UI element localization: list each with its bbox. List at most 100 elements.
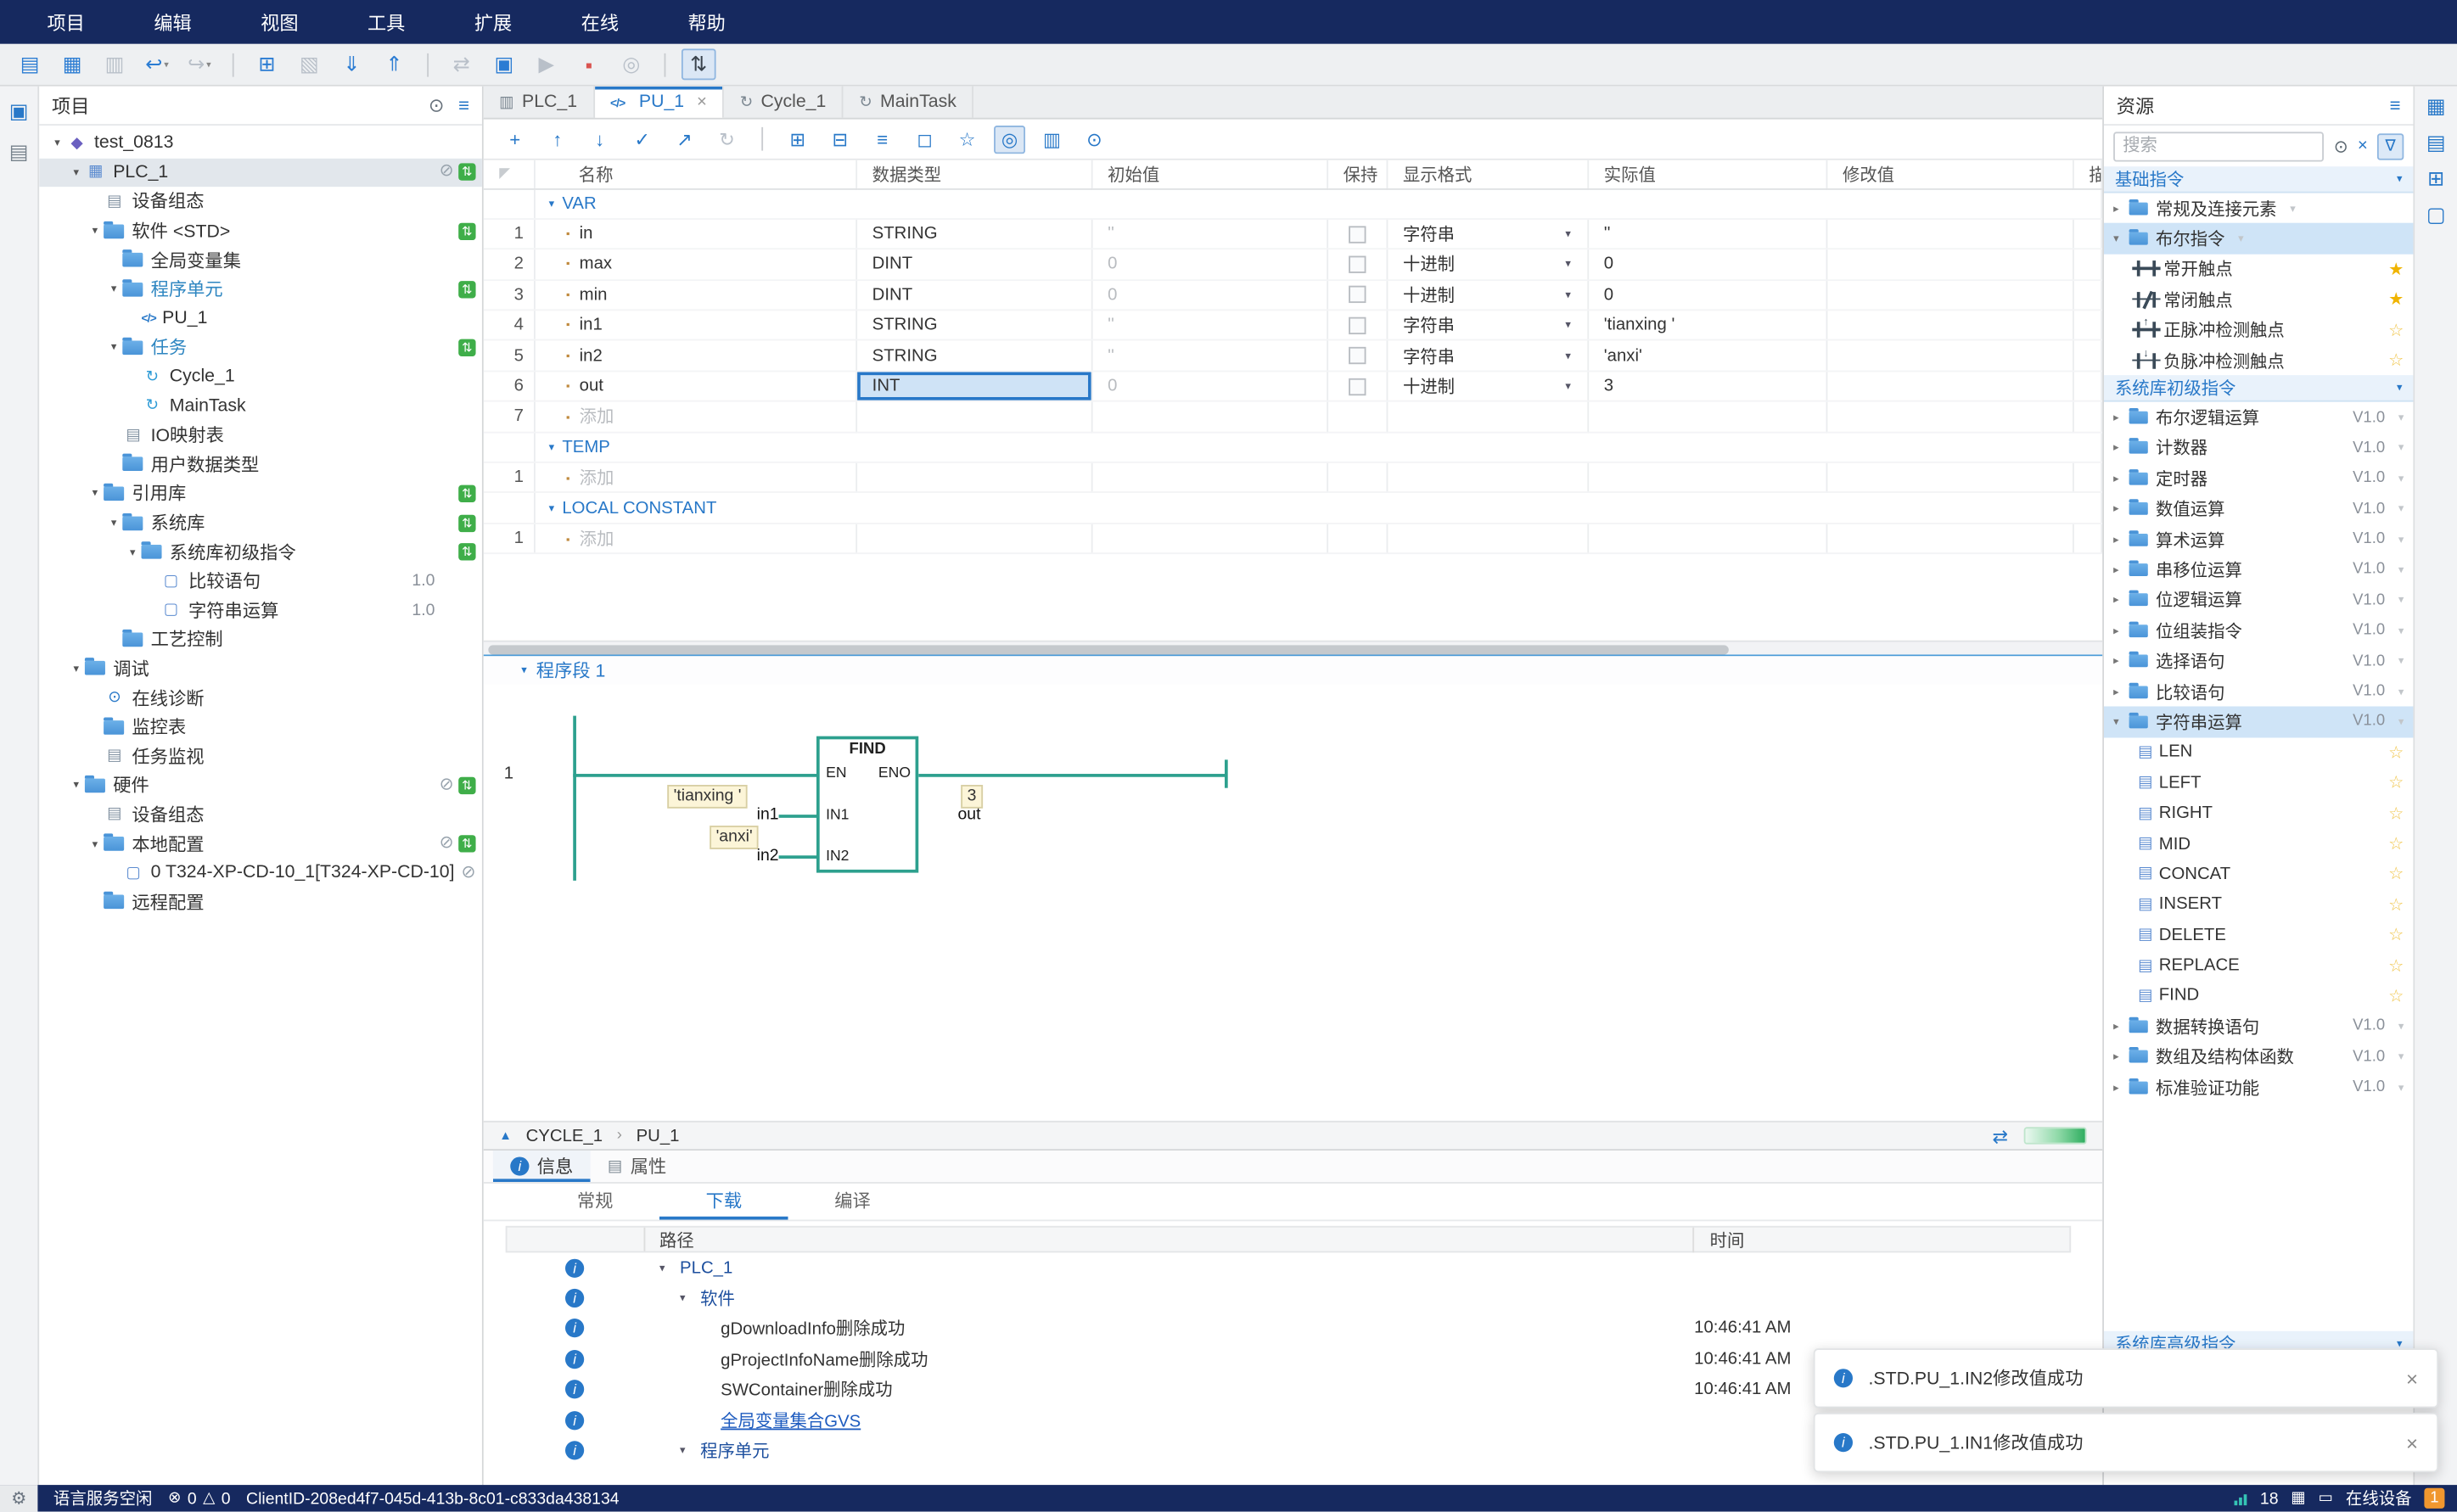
- layout-grid-icon[interactable]: ▦: [2426, 94, 2446, 120]
- tree-item-系统库[interactable]: ▾系统库⇅: [39, 508, 482, 537]
- col-header-保持[interactable]: 保持: [1327, 160, 1386, 188]
- menu-item-扩展[interactable]: 扩展: [440, 8, 547, 35]
- var-group-LOCAL CONSTANT[interactable]: ▾LOCAL CONSTANT: [534, 493, 2101, 524]
- var-group-VAR[interactable]: ▾VAR: [534, 188, 2101, 219]
- insert-row-above-icon[interactable]: ⊞: [782, 125, 813, 153]
- favorite-filter-icon[interactable]: ∇: [2377, 132, 2404, 159]
- col-header-实际值[interactable]: 实际值: [1587, 160, 1826, 188]
- resource-search-input[interactable]: [2113, 131, 2325, 160]
- tree-item-远程配置[interactable]: 远程配置: [39, 888, 482, 916]
- favorite-star-icon[interactable]: ☆: [2388, 925, 2404, 945]
- monitor-values-icon[interactable]: ◎: [994, 125, 1025, 153]
- format-dropdown[interactable]: 字符串▾: [1403, 221, 1571, 247]
- format-dropdown[interactable]: 十进制▾: [1403, 283, 1571, 308]
- layout-columns-icon[interactable]: ▤: [2426, 131, 2446, 156]
- chart-icon[interactable]: ▥: [1036, 125, 1068, 153]
- col-header-修改值[interactable]: 修改值: [1826, 160, 2073, 188]
- keep-checkbox[interactable]: [1348, 287, 1365, 304]
- close-icon[interactable]: ×: [697, 92, 707, 111]
- tab-PLC_1[interactable]: ▥PLC_1: [484, 87, 595, 118]
- tree-item-MainTask[interactable]: ↻MainTask: [39, 391, 482, 420]
- resource-item-布尔逻辑运算[interactable]: ▸布尔逻辑运算V1.0▾: [2104, 402, 2413, 433]
- chevron-right-icon[interactable]: ▸: [2113, 1050, 2129, 1063]
- close-icon[interactable]: ×: [2406, 1366, 2418, 1390]
- log-row[interactable]: igDownloadInfo删除成功10:46:41 AM: [484, 1313, 2071, 1344]
- tree-item-比较语句[interactable]: ▢比较语句1.0: [39, 567, 482, 596]
- chevron-right-icon[interactable]: ▸: [2113, 1081, 2129, 1094]
- swap-view-icon[interactable]: ⇄: [1993, 1125, 2009, 1147]
- settings-gear-icon[interactable]: ⚙: [0, 1485, 37, 1511]
- resource-item-布尔指令[interactable]: ▾布尔指令▾: [2104, 223, 2413, 254]
- monitor-icon[interactable]: ▣: [487, 48, 522, 80]
- tree-item-Cycle_1[interactable]: ↻Cycle_1: [39, 362, 482, 391]
- search-icon[interactable]: ⊙: [2334, 136, 2348, 156]
- keep-checkbox[interactable]: [1348, 316, 1365, 333]
- var-row-TEMP-add[interactable]: 1▪添加: [484, 462, 2101, 493]
- var-row-min[interactable]: 3▪minDINT0十进制▾0: [484, 280, 2101, 311]
- resource-item-LEN[interactable]: ▤LEN☆: [2104, 737, 2413, 768]
- tree-item-调试[interactable]: ▾调试: [39, 654, 482, 683]
- chevron-down-icon[interactable]: ▾: [2113, 715, 2129, 728]
- resource-item-常开触点[interactable]: 常开触点★: [2104, 254, 2413, 284]
- list-view-icon[interactable]: ▢: [2426, 203, 2446, 228]
- chevron-right-icon[interactable]: ▸: [2113, 1020, 2129, 1033]
- collapse-panel-icon[interactable]: ▲: [499, 1128, 512, 1143]
- resource-item-数值运算[interactable]: ▸数值运算V1.0▾: [2104, 494, 2413, 524]
- tree-item-硬件[interactable]: ▾硬件⊘⇅: [39, 770, 482, 799]
- chart-view-icon[interactable]: ⊞: [2427, 166, 2444, 192]
- tree-item-字符串运算[interactable]: ▢字符串运算1.0: [39, 596, 482, 624]
- outline-icon[interactable]: ▤: [9, 140, 29, 165]
- tab-MainTask[interactable]: ↻MainTask: [844, 87, 973, 118]
- chevron-right-icon[interactable]: ▸: [2113, 686, 2129, 698]
- format-dropdown[interactable]: 字符串▾: [1403, 313, 1571, 339]
- favorite-star-icon[interactable]: ★: [2388, 289, 2404, 310]
- resource-item-位组装指令[interactable]: ▸位组装指令V1.0▾: [2104, 615, 2413, 646]
- section-系统库初级指令[interactable]: 系统库初级指令▾: [2104, 376, 2413, 402]
- grid-icon[interactable]: ▦: [2291, 1490, 2305, 1507]
- chevron-down-icon[interactable]: ▾: [521, 664, 527, 677]
- chevron-right-icon[interactable]: ▸: [2113, 533, 2129, 546]
- col-header-数据类型[interactable]: 数据类型: [855, 160, 1091, 188]
- subtab-下载[interactable]: 下载: [659, 1188, 788, 1219]
- chevron-down-icon[interactable]: ▾: [2113, 232, 2129, 245]
- menu-item-在线[interactable]: 在线: [547, 8, 654, 35]
- var-row-in2[interactable]: 5▪in2STRING''字符串▾'anxi': [484, 340, 2101, 371]
- resource-item-计数器[interactable]: ▸计数器V1.0▾: [2104, 433, 2413, 463]
- favorite-star-icon[interactable]: ★: [2388, 259, 2404, 279]
- subtab-常规[interactable]: 常规: [530, 1188, 659, 1219]
- resource-item-负脉冲检测触点[interactable]: ↓负脉冲检测触点☆: [2104, 345, 2413, 376]
- menu-item-工具[interactable]: 工具: [333, 8, 440, 35]
- resource-item-数组及结构体函数[interactable]: ▸数组及结构体函数V1.0▾: [2104, 1042, 2413, 1072]
- download-icon[interactable]: ⇓: [334, 48, 369, 80]
- section-基础指令[interactable]: 基础指令▾: [2104, 166, 2413, 193]
- find-icon[interactable]: ⊙: [1079, 125, 1110, 153]
- resource-item-LEFT[interactable]: ▤LEFT☆: [2104, 768, 2413, 798]
- favorite-star-icon[interactable]: ☆: [2388, 894, 2404, 915]
- keep-checkbox[interactable]: [1348, 226, 1365, 243]
- resource-item-串移位运算[interactable]: ▸串移位运算V1.0▾: [2104, 555, 2413, 585]
- favorite-star-icon[interactable]: ☆: [2388, 864, 2404, 884]
- undo-icon[interactable]: ↩▾: [140, 48, 175, 80]
- chevron-right-icon[interactable]: ▸: [2113, 202, 2129, 215]
- resource-item-MID[interactable]: ▤MID☆: [2104, 828, 2413, 859]
- stop-icon[interactable]: ▪: [571, 48, 606, 80]
- resource-item-位逻辑运算[interactable]: ▸位逻辑运算V1.0▾: [2104, 585, 2413, 615]
- tree-item-test_0813[interactable]: ▾◆test_0813: [39, 129, 482, 158]
- col-header-描述[interactable]: 描述: [2073, 160, 2101, 188]
- favorite-star-icon[interactable]: ☆: [2388, 955, 2404, 976]
- col-header-名称[interactable]: 名称: [534, 160, 855, 188]
- sort-view-icon[interactable]: ⇅: [682, 48, 716, 80]
- chevron-right-icon[interactable]: ▸: [2113, 412, 2129, 424]
- horizontal-scrollbar[interactable]: [484, 641, 2102, 655]
- favorite-star-icon[interactable]: ☆: [2388, 833, 2404, 854]
- resource-item-RIGHT[interactable]: ▤RIGHT☆: [2104, 798, 2413, 829]
- chevron-right-icon[interactable]: ▸: [2113, 594, 2129, 607]
- resource-item-CONCAT[interactable]: ▤CONCAT☆: [2104, 859, 2413, 889]
- log-row[interactable]: i▾PLC_1: [484, 1252, 2071, 1283]
- export-icon[interactable]: ↗: [669, 125, 700, 153]
- comment-icon[interactable]: ◻: [909, 125, 940, 153]
- project-explorer-icon[interactable]: ▣: [9, 99, 29, 125]
- var-row-in1[interactable]: 4▪in1STRING''字符串▾'tianxing ': [484, 310, 2101, 340]
- new-project-icon[interactable]: ▤: [13, 48, 48, 80]
- tree-item-任务监视[interactable]: ▤任务监视: [39, 742, 482, 770]
